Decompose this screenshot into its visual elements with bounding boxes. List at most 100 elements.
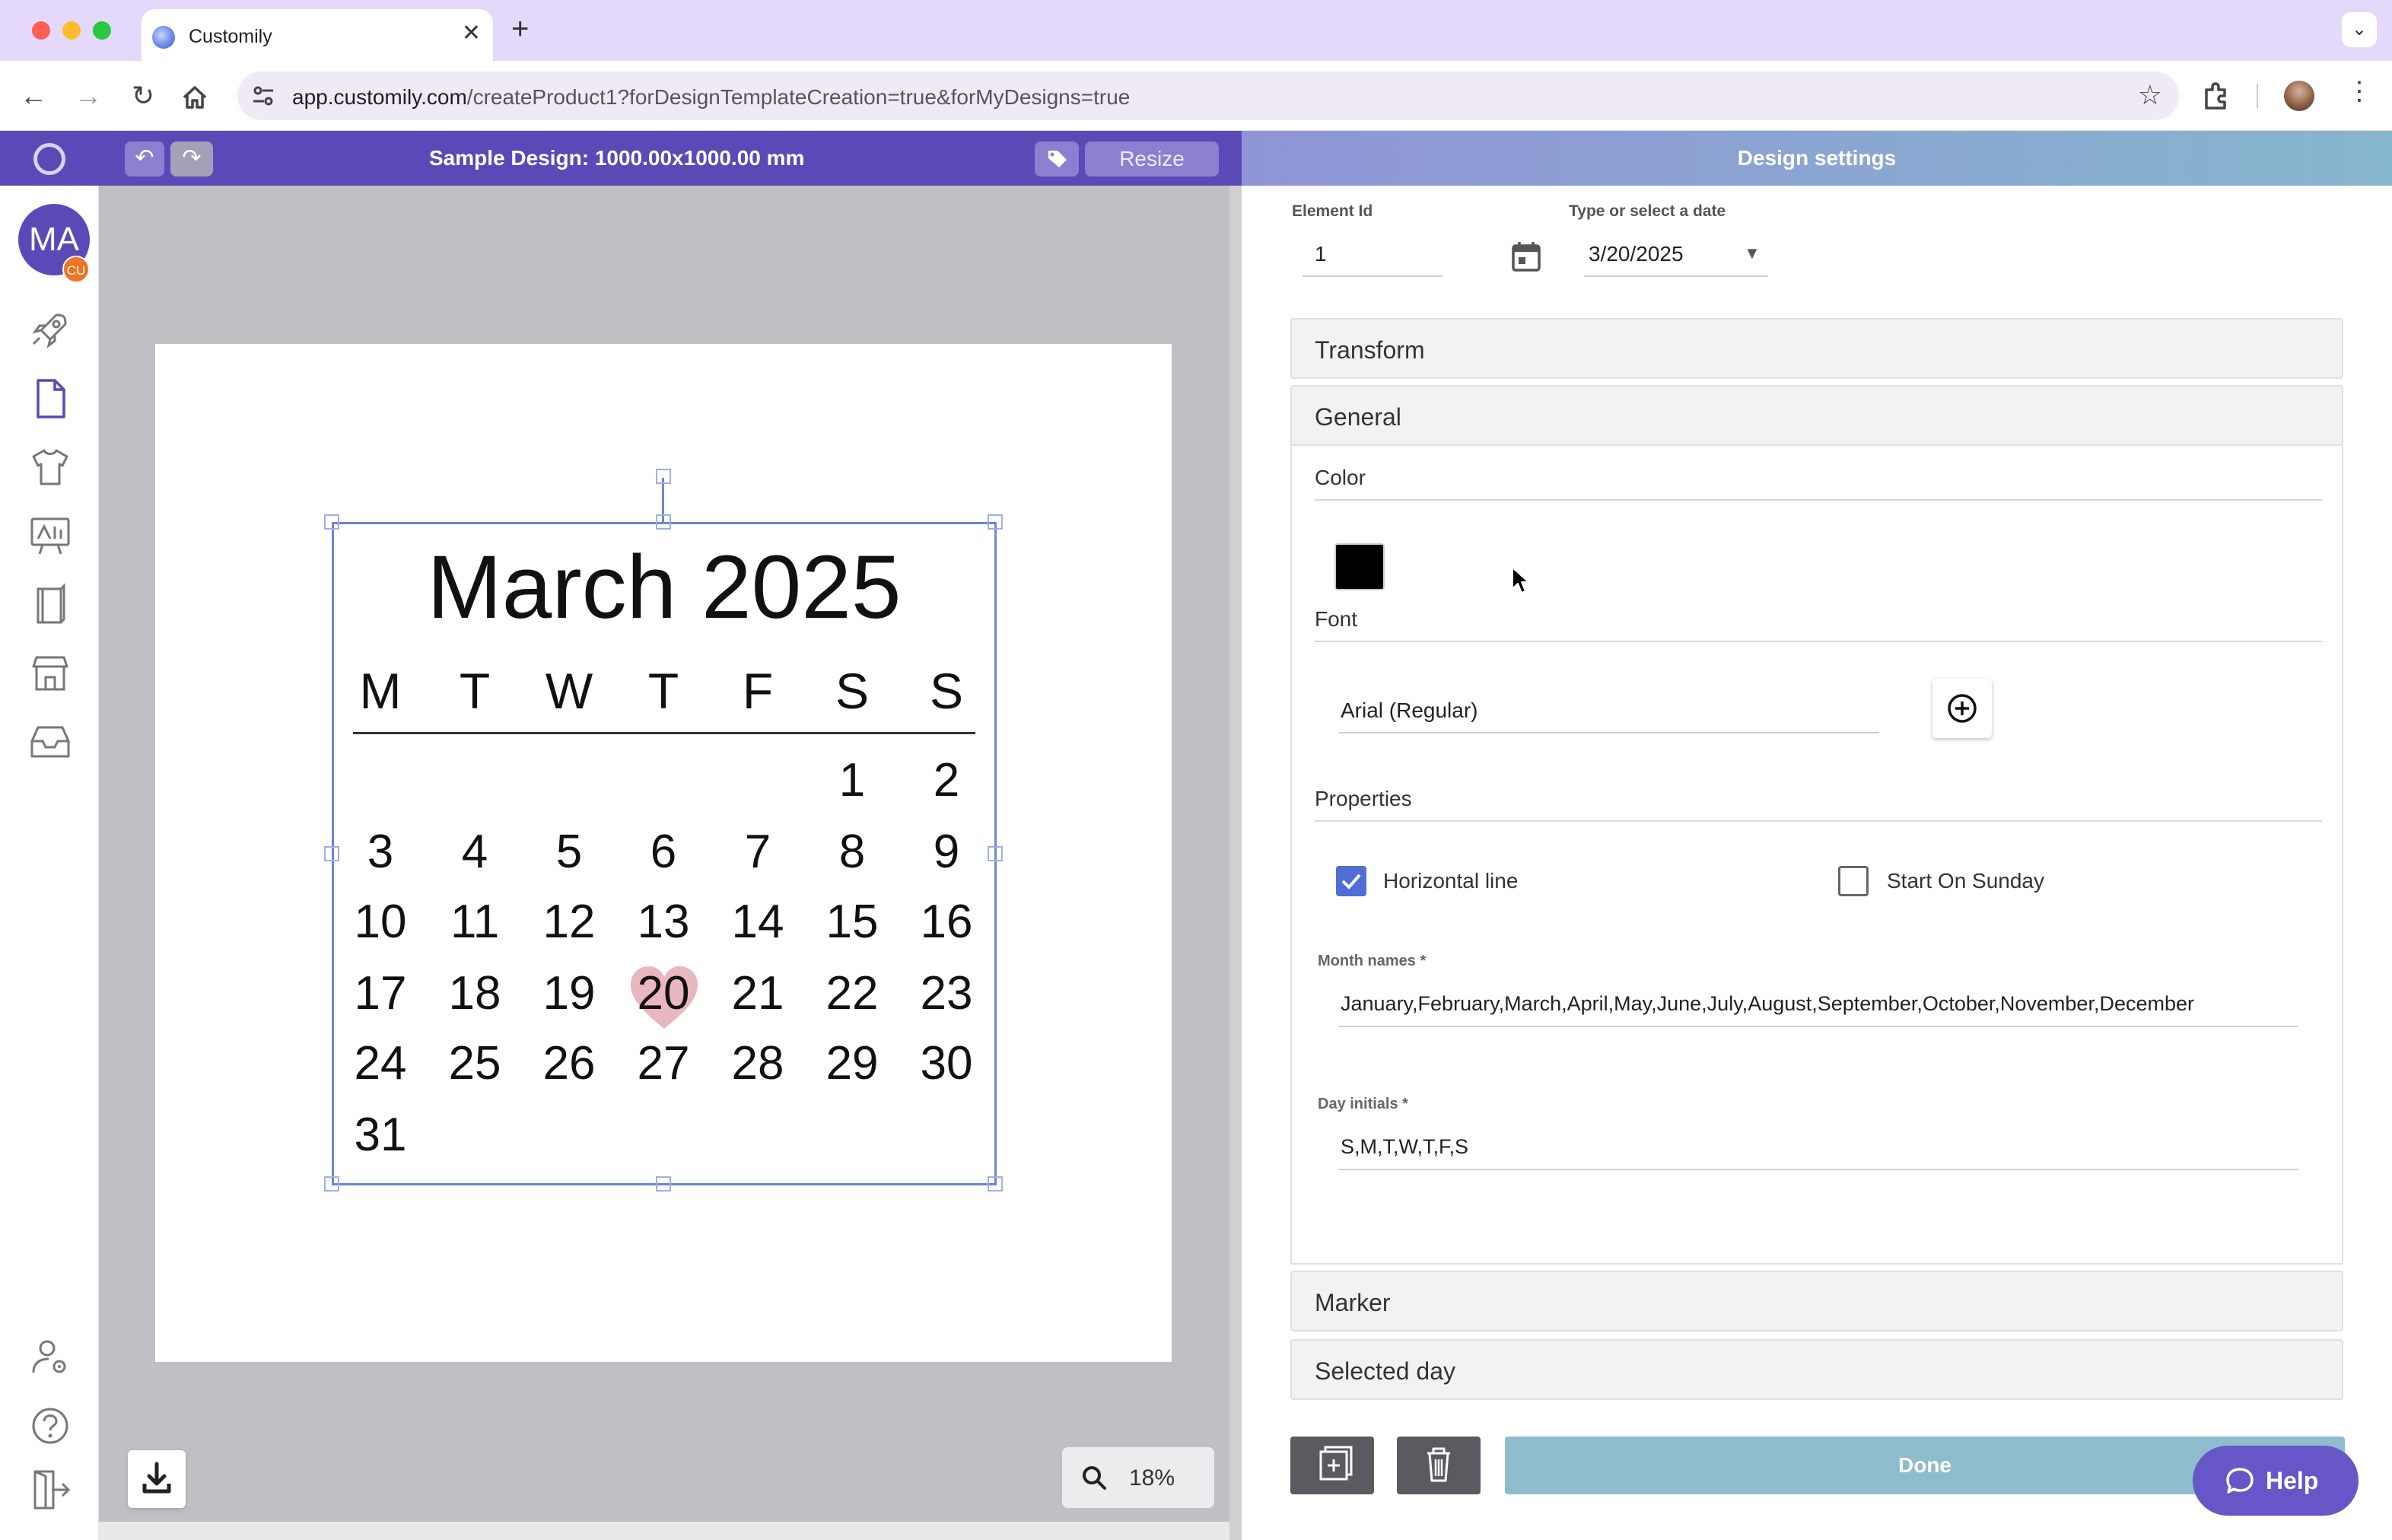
resize-handle-top[interactable]	[656, 514, 671, 530]
duplicate-button[interactable]	[1290, 1437, 1374, 1494]
calendar-day-cell: 15	[825, 896, 879, 948]
start-on-sunday-checkbox[interactable]	[1838, 866, 1869, 896]
calendar-day-initial: S	[929, 663, 964, 719]
home-icon[interactable]	[180, 82, 210, 113]
calendar-day-cell: 3	[367, 826, 394, 878]
calendar-day-cell: 14	[731, 896, 784, 948]
calendar-day-cell: 8	[838, 826, 866, 878]
mouse-cursor-icon	[1512, 567, 1529, 593]
back-arrow-icon[interactable]: ←	[15, 78, 52, 114]
resize-handle-bottom-right[interactable]	[988, 1176, 1003, 1192]
calendar-day-cell: 31	[354, 1109, 407, 1161]
calendar-day-cell: 24	[354, 1037, 407, 1090]
font-underline	[1339, 732, 1879, 733]
browser-tab-active[interactable]: Customily ✕	[142, 9, 493, 61]
undo-icon[interactable]: ↶	[125, 142, 164, 177]
element-id-input[interactable]: 1	[1315, 242, 1327, 266]
help-chat-button[interactable]: Help	[2193, 1446, 2359, 1516]
calendar-day-cell: 21	[731, 967, 784, 1020]
window-close-dot[interactable]	[32, 21, 50, 40]
customily-logo-icon[interactable]	[33, 143, 65, 175]
canvas-art-icon[interactable]	[27, 513, 73, 558]
logout-icon[interactable]	[27, 1467, 73, 1513]
color-label: Color	[1315, 466, 1366, 489]
resize-handle-bottom-left[interactable]	[324, 1176, 339, 1192]
help-circle-icon[interactable]	[27, 1403, 73, 1449]
calendar-day-cell: 4	[461, 826, 488, 878]
url-text[interactable]: app.customily.com/createProduct1?forDesi…	[292, 85, 1130, 110]
month-names-label: Month names *	[1318, 953, 1427, 969]
calendar-day-cell: 7	[744, 826, 771, 878]
accordion-marker[interactable]: Marker	[1290, 1271, 2343, 1332]
calendar-horizontal-line	[353, 732, 975, 734]
color-swatch[interactable]	[1334, 543, 1385, 590]
add-font-button[interactable]	[1932, 679, 1992, 738]
tab-close-icon[interactable]: ✕	[462, 20, 481, 46]
tag-button[interactable]	[1035, 142, 1079, 177]
calendar-day-cell: 18	[448, 967, 501, 1020]
horizontal-line-checkbox[interactable]	[1336, 866, 1366, 896]
calendar-day-initial: M	[359, 663, 402, 719]
resize-button[interactable]: Resize	[1085, 142, 1219, 177]
calendar-day-initial: W	[545, 663, 593, 719]
day-initials-input[interactable]: S,M,T,W,T,F,S	[1341, 1135, 1468, 1159]
calendar-day-cell: 2	[933, 754, 960, 807]
rotate-handle[interactable]	[656, 469, 671, 484]
resize-handle-top-right[interactable]	[988, 514, 1003, 530]
accordion-general[interactable]: General	[1290, 385, 2343, 446]
inbox-icon[interactable]	[27, 718, 73, 764]
browser-menu-kebab-icon[interactable]: ⋮	[2346, 76, 2372, 107]
date-input[interactable]: 3/20/2025	[1589, 242, 1684, 266]
font-select[interactable]: Arial (Regular)	[1341, 698, 1478, 723]
new-tab-button[interactable]: +	[511, 14, 529, 44]
tab-search-chevron-icon[interactable]: ⌄	[2342, 12, 2377, 47]
toolbar-divider	[2257, 84, 2258, 108]
panel-splitter[interactable]	[1229, 186, 1242, 1540]
calendar-day-cell: 29	[825, 1037, 879, 1090]
customily-favicon-icon	[152, 26, 175, 49]
url-path: /createProduct1?forDesignTemplateCreatio…	[466, 85, 1131, 109]
calendar-day-initial: T	[459, 663, 491, 719]
accordion-selected-day[interactable]: Selected day	[1290, 1339, 2343, 1400]
profile-avatar[interactable]	[2284, 81, 2314, 111]
calendar-picker-icon[interactable]	[1511, 240, 1541, 272]
extensions-puzzle-icon[interactable]	[2199, 78, 2235, 114]
reload-icon[interactable]: ↻	[125, 78, 161, 114]
document-icon[interactable]	[27, 376, 73, 422]
redo-icon[interactable]: ↷	[170, 142, 213, 177]
user-settings-icon[interactable]	[27, 1335, 73, 1380]
date-dropdown-caret-icon[interactable]: ▼	[1744, 243, 1761, 263]
window-minimize-dot[interactable]	[62, 21, 81, 40]
month-names-input[interactable]: January,February,March,April,May,June,Ju…	[1341, 992, 2194, 1016]
accordion-transform[interactable]: Transform	[1290, 318, 2343, 379]
delete-button[interactable]	[1397, 1437, 1481, 1494]
calendar-day-cell: 1	[838, 754, 866, 807]
window-maximize-dot[interactable]	[93, 21, 111, 40]
address-bar[interactable]: app.customily.com/createProduct1?forDesi…	[237, 72, 2179, 120]
site-info-icon[interactable]	[251, 84, 275, 108]
accordion-general-label: General	[1315, 403, 1401, 431]
accordion-transform-label: Transform	[1315, 336, 1425, 364]
tshirt-icon[interactable]	[27, 444, 73, 490]
resize-handle-bottom[interactable]	[656, 1176, 671, 1192]
accordion-selected-day-label: Selected day	[1315, 1357, 1456, 1385]
bookmark-star-icon[interactable]: ☆	[2138, 79, 2162, 111]
plus-circle-icon	[1948, 694, 1977, 723]
calendar-day-cell: 20	[637, 967, 690, 1020]
calendar-day-initial: F	[742, 663, 774, 719]
resize-handle-top-left[interactable]	[324, 514, 339, 530]
calendar-day-cell: 23	[920, 967, 973, 1020]
calendar-day-initial: S	[835, 663, 870, 719]
zoom-control[interactable]: 18%	[1062, 1447, 1214, 1508]
resize-handle-left[interactable]	[324, 846, 339, 861]
rocket-icon[interactable]	[27, 307, 73, 353]
calendar-day-cell: 9	[933, 826, 960, 878]
download-button[interactable]	[128, 1450, 186, 1508]
canvas-horizontal-scrollbar[interactable]	[99, 1522, 1229, 1540]
resize-handle-right[interactable]	[988, 846, 1003, 861]
calendar-day-cell: 11	[450, 896, 500, 948]
book-icon[interactable]	[27, 581, 73, 627]
settings-title: Design settings	[1737, 146, 1897, 170]
forward-arrow-icon[interactable]: →	[70, 78, 107, 114]
store-icon[interactable]	[27, 650, 73, 695]
